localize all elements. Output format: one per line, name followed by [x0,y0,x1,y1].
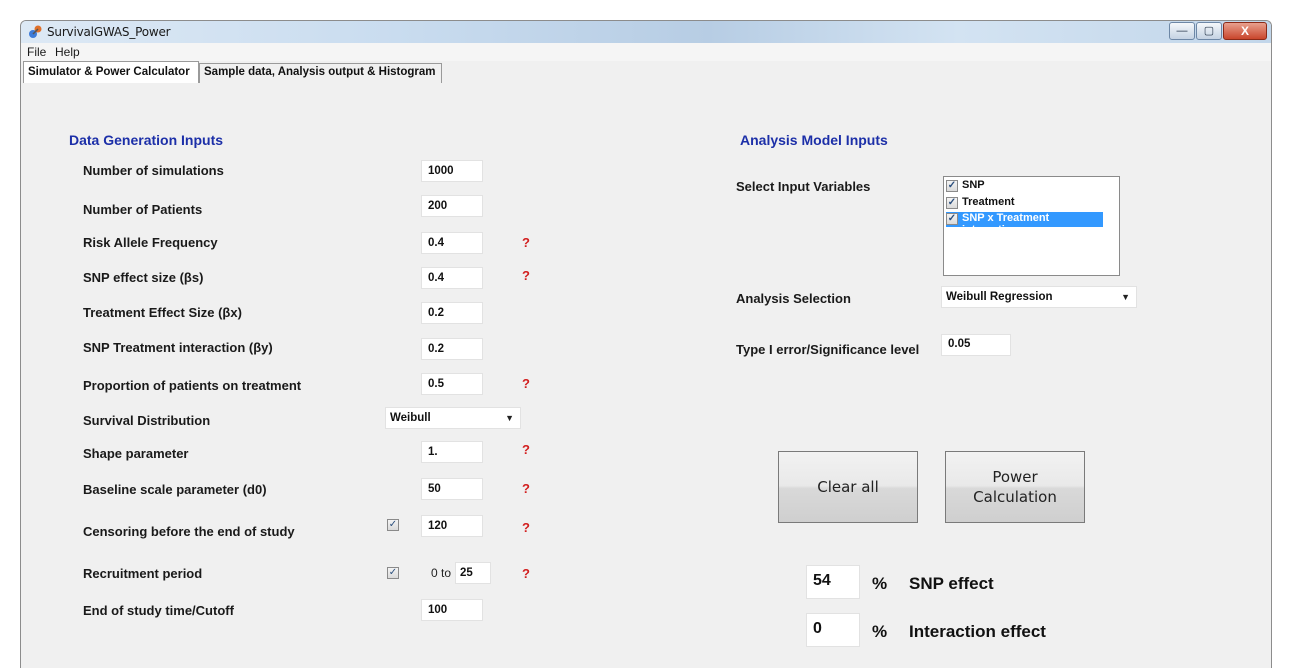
censoring-help-icon[interactable]: ? [522,520,530,535]
treatment-checkbox[interactable]: ✓ [946,197,958,209]
tab-bar: Simulator & Power Calculator Sample data… [21,61,1271,85]
app-icon [29,25,42,38]
num-simulations-input[interactable]: 1000 [421,160,483,182]
baseline-scale-help-icon[interactable]: ? [522,481,530,496]
recruitment-input[interactable]: 25 [455,562,491,584]
baseline-scale-input[interactable]: 50 [421,478,483,500]
survival-distribution-value: Weibull [390,412,431,424]
shape-label: Shape parameter [83,446,189,461]
title-bar: SurvivalGWAS_Power — ▢ X [21,21,1271,43]
analysis-selection-label: Analysis Selection [736,291,851,306]
recruitment-label: Recruitment period [83,566,203,581]
data-generation-title: Data Generation Inputs [69,132,224,148]
interaction-input[interactable]: 0.2 [421,338,483,360]
shape-input[interactable]: 1. [421,441,483,463]
proportion-treatment-input[interactable]: 0.5 [421,373,483,395]
menu-file[interactable]: File [27,45,46,59]
clear-all-button[interactable]: Clear all [778,451,918,523]
num-patients-input[interactable]: 200 [421,195,483,217]
end-of-study-input[interactable]: 100 [421,599,483,621]
list-item-label: SNP x Treatment interaction [962,212,1050,236]
interaction-checkbox[interactable]: ✓ [946,213,958,225]
risk-allele-input[interactable]: 0.4 [421,232,483,254]
treatment-effect-label: Treatment Effect Size (βx) [83,305,242,320]
close-button[interactable]: X [1223,22,1267,40]
recruitment-help-icon[interactable]: ? [522,566,530,581]
treatment-effect-input[interactable]: 0.2 [421,302,483,324]
analysis-selection-select[interactable]: Weibull Regression ▼ [941,286,1137,308]
minimize-button[interactable]: — [1169,22,1195,40]
num-simulations-label: Number of simulations [83,163,224,178]
recruitment-prefix: 0 to [431,566,452,580]
interaction-effect-label: Interaction effect [909,622,1046,641]
list-item-label: SNP [962,179,985,191]
censoring-checkbox[interactable]: ✓ [387,519,399,531]
maximize-button[interactable]: ▢ [1196,22,1222,40]
chevron-down-icon: ▼ [505,413,514,423]
app-window: SurvivalGWAS_Power — ▢ X File Help Simul… [20,20,1272,668]
proportion-help-icon[interactable]: ? [522,376,530,391]
menu-bar: File Help [21,43,1271,61]
tab-simulator[interactable]: Simulator & Power Calculator [23,61,199,83]
power-calculation-button[interactable]: Power Calculation [945,451,1085,523]
analysis-selection-value: Weibull Regression [946,291,1053,303]
snp-effect-label: SNP effect [909,574,994,593]
baseline-scale-label: Baseline scale parameter (d0) [83,482,267,497]
num-patients-label: Number of Patients [83,202,203,217]
list-item-snp[interactable]: ✓ SNP [946,179,985,194]
snp-effect-label: SNP effect size (βs) [83,270,204,285]
select-vars-label: Select Input Variables [736,179,871,194]
risk-allele-label: Risk Allele Frequency [83,235,218,250]
tab-sample-data[interactable]: Sample data, Analysis output & Histogram [199,63,442,83]
significance-label: Type I error/Significance level [736,342,920,357]
snp-checkbox[interactable]: ✓ [946,180,958,192]
shape-help-icon[interactable]: ? [522,442,530,457]
input-variables-listbox[interactable]: ✓ SNP ✓ Treatment ✓ SNP x Treatment inte… [943,176,1120,276]
snp-power-output: 54 [806,565,860,599]
survival-distribution-select[interactable]: Weibull ▼ [385,407,521,429]
interaction-label: SNP Treatment interaction (βy) [83,340,273,355]
snp-percent-sign: % [872,574,888,593]
snp-effect-help-icon[interactable]: ? [522,268,530,283]
survival-distribution-label: Survival Distribution [83,413,211,428]
window-controls: — ▢ X [1168,22,1267,40]
risk-allele-help-icon[interactable]: ? [522,235,530,250]
proportion-treatment-label: Proportion of patients on treatment [83,378,302,393]
menu-help[interactable]: Help [55,45,80,59]
censoring-label: Censoring before the end of study [83,524,295,539]
analysis-model-title: Analysis Model Inputs [740,132,888,148]
interaction-power-output: 0 [806,613,860,647]
list-item-interaction[interactable]: ✓ SNP x Treatment interaction [946,212,1103,236]
list-item-treatment[interactable]: ✓ Treatment [946,196,1015,211]
chevron-down-icon: ▼ [1121,292,1130,302]
recruitment-checkbox[interactable]: ✓ [387,567,399,579]
window-title: SurvivalGWAS_Power [47,25,171,39]
list-item-label: Treatment [962,196,1015,208]
interaction-percent-sign: % [872,622,888,641]
end-of-study-label: End of study time/Cutoff [83,603,234,618]
censoring-input[interactable]: 120 [421,515,483,537]
snp-effect-input[interactable]: 0.4 [421,267,483,289]
significance-input[interactable]: 0.05 [941,334,1011,356]
